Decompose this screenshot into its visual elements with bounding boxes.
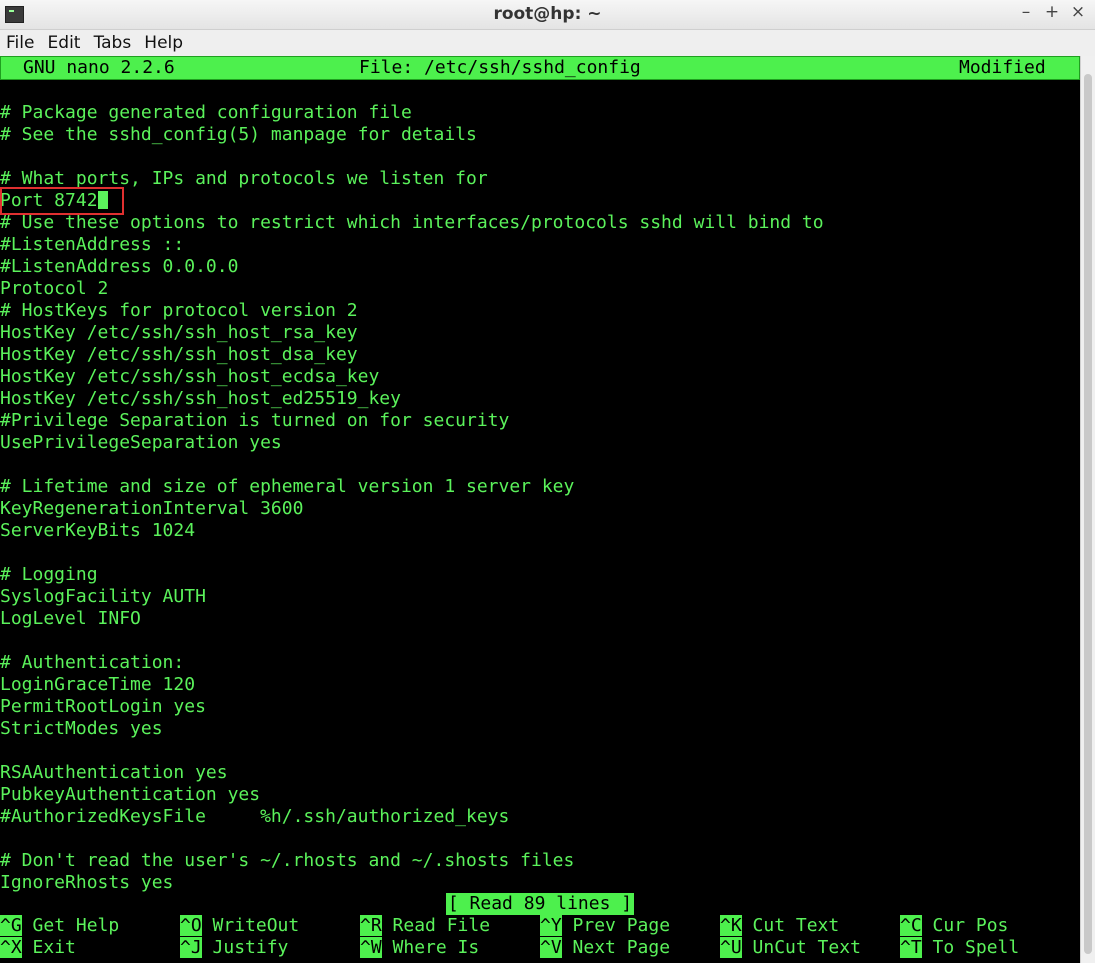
- editor-line[interactable]: SyslogFacility AUTH: [0, 586, 824, 608]
- maximize-button[interactable]: +: [1042, 2, 1062, 22]
- menu-help[interactable]: Help: [142, 30, 185, 56]
- shortcut-row: ^X Exit ^J Justify ^W Where Is ^V Next Page…: [0, 937, 1080, 959]
- editor-line[interactable]: #ListenAddress 0.0.0.0: [0, 256, 824, 278]
- shortcut-label: WriteOut: [212, 915, 300, 936]
- editor-line[interactable]: #ListenAddress ::: [0, 234, 824, 256]
- shortcut-key: ^W: [360, 937, 382, 958]
- shortcut-cut-text[interactable]: ^K Cut Text: [720, 915, 839, 937]
- editor-line[interactable]: [0, 828, 824, 850]
- shortcut-key: ^J: [180, 937, 202, 958]
- editor-line[interactable]: # Lifetime and size of ephemeral version…: [0, 476, 824, 498]
- editor-line[interactable]: ServerKeyBits 1024: [0, 520, 824, 542]
- editor-line[interactable]: HostKey /etc/ssh/ssh_host_rsa_key: [0, 322, 824, 344]
- nano-version: GNU nano 2.2.6: [23, 57, 175, 78]
- shortcut-row: ^G Get Help ^O WriteOut ^R Read File ^Y Pre…: [0, 915, 1080, 937]
- editor-line[interactable]: [0, 740, 824, 762]
- window-title: root@hp: ~: [493, 4, 602, 24]
- nano-modified-flag: Modified: [959, 57, 1046, 78]
- shortcut-key: ^X: [0, 937, 22, 958]
- shortcut-label: Cur Pos: [932, 915, 1009, 936]
- shortcut-label: Where Is: [392, 937, 480, 958]
- shortcut-label: Prev Page: [572, 915, 671, 936]
- editor-line[interactable]: [0, 146, 824, 168]
- editor-line[interactable]: IgnoreRhosts yes: [0, 872, 824, 894]
- editor-line[interactable]: # Package generated configuration file: [0, 102, 824, 124]
- shortcut-to-spell[interactable]: ^T To Spell: [900, 937, 1019, 959]
- shortcut-key: ^Y: [540, 915, 562, 936]
- editor-line[interactable]: HostKey /etc/ssh/ssh_host_ed25519_key: [0, 388, 824, 410]
- nano-filename: File: /etc/ssh/sshd_config: [359, 57, 641, 78]
- editor-line[interactable]: # Logging: [0, 564, 824, 586]
- scrollbar[interactable]: [1080, 56, 1095, 963]
- shortcut-label: Justify: [212, 937, 289, 958]
- shortcut-label: Get Help: [32, 915, 120, 936]
- editor-line[interactable]: HostKey /etc/ssh/ssh_host_dsa_key: [0, 344, 824, 366]
- editor-line[interactable]: LoginGraceTime 120: [0, 674, 824, 696]
- shortcut-cur-pos[interactable]: ^C Cur Pos: [900, 915, 1008, 937]
- menu-file[interactable]: File: [4, 30, 36, 56]
- status-bar: [ Read 89 lines ]: [0, 893, 1080, 915]
- shortcut-key: ^G: [0, 915, 22, 936]
- shortcut-writeout[interactable]: ^O WriteOut: [180, 915, 299, 937]
- menubar: File Edit Tabs Help: [0, 30, 1095, 56]
- close-button[interactable]: ×: [1068, 2, 1088, 22]
- shortcut-key: ^K: [720, 915, 742, 936]
- editor-line[interactable]: [0, 542, 824, 564]
- editor-line[interactable]: KeyRegenerationInterval 3600: [0, 498, 824, 520]
- shortcut-label: Cut Text: [752, 915, 840, 936]
- shortcut-where-is[interactable]: ^W Where Is: [360, 937, 479, 959]
- terminal-area[interactable]: GNU nano 2.2.6 File: /etc/ssh/sshd_confi…: [0, 56, 1080, 963]
- editor-line[interactable]: [0, 630, 824, 652]
- editor-line[interactable]: HostKey /etc/ssh/ssh_host_ecdsa_key: [0, 366, 824, 388]
- shortcut-uncut-text[interactable]: ^U UnCut Text: [720, 937, 861, 959]
- shortcut-key: ^R: [360, 915, 382, 936]
- editor-line[interactable]: #Privilege Separation is turned on for s…: [0, 410, 824, 432]
- shortcut-prev-page[interactable]: ^Y Prev Page: [540, 915, 670, 937]
- shortcut-label: Exit: [32, 937, 76, 958]
- editor-line[interactable]: UsePrivilegeSeparation yes: [0, 432, 824, 454]
- editor-line[interactable]: [0, 454, 824, 476]
- editor-buffer[interactable]: # Package generated configuration file # …: [0, 102, 824, 894]
- shortcut-key: ^T: [900, 937, 922, 958]
- editor-line[interactable]: # Use these options to restrict which in…: [0, 212, 824, 234]
- port-highlight-box: [0, 187, 124, 215]
- shortcut-justify[interactable]: ^J Justify: [180, 937, 288, 959]
- shortcut-key: ^V: [540, 937, 562, 958]
- editor-line[interactable]: Protocol 2: [0, 278, 824, 300]
- shortcut-label: To Spell: [932, 937, 1020, 958]
- menu-tabs[interactable]: Tabs: [92, 30, 134, 56]
- menu-edit[interactable]: Edit: [46, 30, 83, 56]
- shortcut-key: ^O: [180, 915, 202, 936]
- editor-line[interactable]: # HostKeys for protocol version 2: [0, 300, 824, 322]
- editor-line[interactable]: LogLevel INFO: [0, 608, 824, 630]
- status-message: [ Read 89 lines ]: [445, 893, 635, 915]
- shortcut-label: Read File: [392, 915, 491, 936]
- editor-line[interactable]: RSAAuthentication yes: [0, 762, 824, 784]
- shortcut-key: ^C: [900, 915, 922, 936]
- minimize-button[interactable]: –: [1016, 2, 1036, 22]
- shortcut-read-file[interactable]: ^R Read File: [360, 915, 490, 937]
- editor-line[interactable]: # Don't read the user's ~/.rhosts and ~/…: [0, 850, 824, 872]
- shortcut-exit[interactable]: ^X Exit: [0, 937, 76, 959]
- nano-header-bar: GNU nano 2.2.6 File: /etc/ssh/sshd_confi…: [0, 56, 1080, 80]
- editor-line[interactable]: #AuthorizedKeysFile %h/.ssh/authorized_k…: [0, 806, 824, 828]
- shortcut-label: Next Page: [572, 937, 671, 958]
- shortcut-get-help[interactable]: ^G Get Help: [0, 915, 119, 937]
- editor-line[interactable]: PubkeyAuthentication yes: [0, 784, 824, 806]
- shortcut-next-page[interactable]: ^V Next Page: [540, 937, 670, 959]
- editor-line[interactable]: # Authentication:: [0, 652, 824, 674]
- shortcut-label: UnCut Text: [752, 937, 861, 958]
- editor-line[interactable]: # See the sshd_config(5) manpage for det…: [0, 124, 824, 146]
- editor-line[interactable]: StrictModes yes: [0, 718, 824, 740]
- shortcut-bar: ^G Get Help ^O WriteOut ^R Read File ^Y Pre…: [0, 915, 1080, 959]
- scrollbar-thumb[interactable]: [1084, 74, 1092, 954]
- shortcut-key: ^U: [720, 937, 742, 958]
- editor-line[interactable]: PermitRootLogin yes: [0, 696, 824, 718]
- window-titlebar: root@hp: ~ – + ×: [0, 0, 1095, 30]
